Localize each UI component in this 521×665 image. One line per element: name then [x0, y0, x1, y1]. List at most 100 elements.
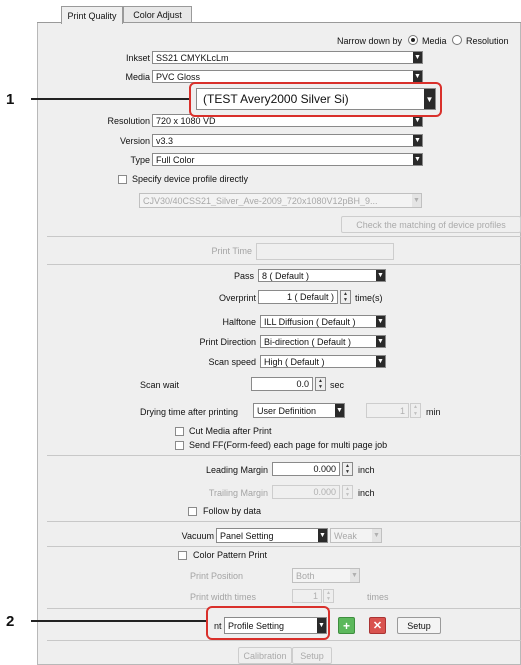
- drying-time-value: User Definition: [257, 405, 317, 416]
- drying-time-unit: min: [426, 407, 441, 417]
- resolution-value: 720 x 1080 VD: [156, 115, 216, 126]
- cut-media-label: Cut Media after Print: [189, 426, 272, 436]
- overprint-unit: time(s): [355, 293, 383, 303]
- chevron-down-icon: ▼: [413, 52, 422, 63]
- print-adjust-label-tail: nt: [214, 621, 222, 631]
- x-icon[interactable]: ✕: [369, 617, 386, 634]
- vacuum-select[interactable]: Panel Setting ▼: [216, 528, 328, 543]
- tab-color-adjust[interactable]: Color Adjust: [123, 6, 192, 23]
- pass-label: Pass: [233, 271, 254, 281]
- type-value: Full Color: [156, 154, 195, 165]
- color-pattern-checkbox[interactable]: [178, 551, 187, 560]
- follow-by-data-checkbox[interactable]: [188, 507, 197, 516]
- print-time-label: Print Time: [211, 246, 252, 256]
- callout-2-leader: [31, 620, 206, 622]
- chevron-down-icon: ▼: [424, 89, 435, 109]
- trailing-margin-field: 0.000: [272, 485, 340, 499]
- separator: [47, 640, 521, 641]
- print-adjust-select[interactable]: Profile Setting ▼: [224, 617, 327, 634]
- check-matching-button[interactable]: Check the matching of device profiles: [341, 216, 521, 233]
- media-list-selected-item[interactable]: (TEST Avery2000 Silver Si) ▼: [196, 88, 436, 110]
- vacuum-strength-select: Weak ▼: [330, 528, 382, 543]
- media-radio[interactable]: [408, 35, 418, 45]
- print-position-value: Both: [296, 570, 315, 581]
- scan-speed-select[interactable]: High ( Default ) ▼: [260, 355, 386, 368]
- inkset-label: Inkset: [125, 53, 150, 63]
- scan-wait-field[interactable]: 0.0: [251, 377, 313, 391]
- scan-wait-label: Scan wait: [140, 380, 180, 390]
- leading-margin-field[interactable]: 0.000: [272, 462, 340, 476]
- vacuum-label: Vacuum: [181, 531, 214, 541]
- halftone-select[interactable]: ILL Diffusion ( Default ) ▼: [260, 315, 386, 328]
- chevron-down-icon: ▼: [318, 529, 327, 542]
- chevron-down-icon: ▼: [413, 154, 422, 165]
- version-select[interactable]: v3.3 ▼: [152, 134, 423, 147]
- print-direction-select[interactable]: Bi-direction ( Default ) ▼: [260, 335, 386, 348]
- chevron-down-icon: ▼: [376, 356, 385, 367]
- tab-print-quality[interactable]: Print Quality: [61, 6, 123, 24]
- print-adjust-value: Profile Setting: [228, 620, 285, 631]
- chevron-down-icon: ▼: [376, 316, 385, 327]
- plus-icon[interactable]: +: [338, 617, 355, 634]
- trailing-margin-label: Trailing Margin: [208, 488, 268, 498]
- overprint-field[interactable]: 1 ( Default ): [258, 290, 338, 304]
- cut-media-checkbox[interactable]: [175, 427, 184, 436]
- pass-value: 8 ( Default ): [262, 270, 310, 281]
- chevron-down-icon: ▼: [413, 135, 422, 146]
- inkset-select[interactable]: SS21 CMYKLcLm ▼: [152, 51, 423, 64]
- separator: [47, 546, 521, 547]
- print-width-label: Print width times: [190, 592, 257, 602]
- scan-wait-unit: sec: [330, 380, 345, 390]
- print-width-field: 1: [292, 589, 322, 603]
- drying-time-stepper: ▲ ▼: [410, 403, 421, 418]
- overprint-stepper[interactable]: ▲ ▼: [340, 290, 351, 304]
- print-direction-value: Bi-direction ( Default ): [264, 336, 352, 347]
- drying-time-number: 1: [366, 403, 409, 418]
- callout-1-leader: [31, 98, 189, 100]
- narrow-down-label: Narrow down by: [336, 36, 402, 46]
- media-radio-label: Media: [422, 36, 447, 46]
- trailing-margin-stepper: ▲ ▼: [342, 485, 353, 499]
- overprint-label: Overprint: [218, 293, 256, 303]
- drying-time-select[interactable]: User Definition ▼: [253, 403, 345, 418]
- scan-speed-label: Scan speed: [208, 357, 256, 367]
- leading-margin-stepper[interactable]: ▲ ▼: [342, 462, 353, 476]
- device-profile-checkbox[interactable]: [118, 175, 127, 184]
- chevron-down-icon: ▼: [413, 71, 422, 82]
- device-profile-select[interactable]: CJV30/40CSS21_Silver_Ave-2009_720x1080V1…: [139, 193, 422, 208]
- print-time-field: [256, 243, 394, 260]
- send-ff-checkbox[interactable]: [175, 441, 184, 450]
- print-direction-label: Print Direction: [199, 337, 256, 347]
- print-width-stepper: ▲ ▼: [323, 589, 334, 603]
- color-pattern-label: Color Pattern Print: [193, 550, 268, 560]
- drying-time-label: Drying time after printing: [140, 407, 239, 417]
- chevron-down-icon: ▼: [412, 194, 421, 207]
- chevron-down-icon: ▼: [372, 529, 381, 542]
- leading-margin-unit: inch: [358, 465, 375, 475]
- scan-speed-value: High ( Default ): [264, 356, 325, 367]
- type-select[interactable]: Full Color ▼: [152, 153, 423, 166]
- resolution-label: Resolution: [107, 116, 150, 126]
- inkset-value: SS21 CMYKLcLm: [156, 52, 229, 63]
- version-label: Version: [119, 136, 150, 146]
- separator: [47, 236, 521, 237]
- halftone-value: ILL Diffusion ( Default ): [264, 316, 356, 327]
- follow-by-data-label: Follow by data: [203, 506, 262, 516]
- media-label: Media: [125, 72, 150, 82]
- separator: [47, 455, 521, 456]
- scan-wait-stepper[interactable]: ▲ ▼: [315, 377, 326, 391]
- calibration-setup-button: Setup: [292, 647, 332, 664]
- resolution-radio[interactable]: [452, 35, 462, 45]
- print-adjust-setup-button[interactable]: Setup: [397, 617, 441, 634]
- trailing-margin-unit: inch: [358, 488, 375, 498]
- callout-1-number: 1: [6, 91, 15, 108]
- vacuum-strength-value: Weak: [334, 530, 357, 541]
- send-ff-label: Send FF(Form-feed) each page for multi p…: [189, 440, 388, 450]
- device-profile-value: CJV30/40CSS21_Silver_Ave-2009_720x1080V1…: [143, 195, 378, 206]
- pass-select[interactable]: 8 ( Default ) ▼: [258, 269, 386, 282]
- halftone-label: Halftone: [222, 317, 256, 327]
- version-value: v3.3: [156, 135, 174, 146]
- media-list-selected-value: (TEST Avery2000 Silver Si): [203, 92, 349, 106]
- chevron-down-icon: ▼: [350, 569, 359, 582]
- callout-2-number: 2: [6, 613, 15, 630]
